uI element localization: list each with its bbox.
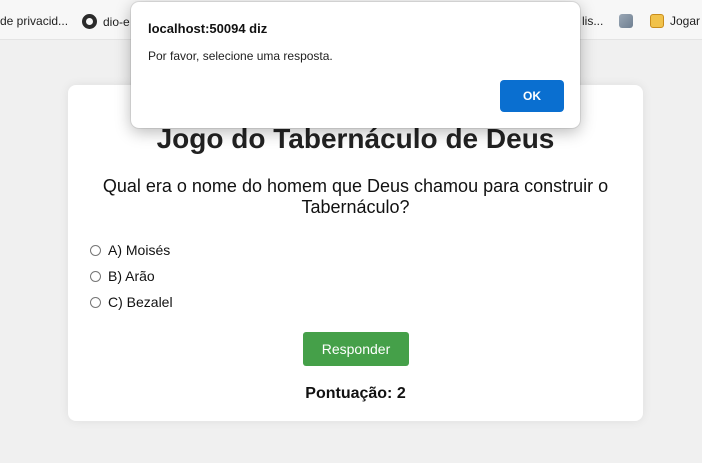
option-a[interactable]: A) Moisés <box>90 237 173 263</box>
alert-dialog: localhost:50094 diz Por favor, selecione… <box>131 2 580 128</box>
bookmark-item-game[interactable]: Jogar <box>650 14 700 28</box>
option-b[interactable]: B) Arão <box>90 263 173 289</box>
dialog-title: localhost:50094 diz <box>148 21 268 36</box>
quiz-card: Jogo do Tabernáculo de Deus Qual era o n… <box>68 85 643 421</box>
option-label: A) Moisés <box>108 242 171 258</box>
github-icon <box>82 14 97 29</box>
bookmark-item-image[interactable] <box>619 14 633 28</box>
bookmark-item-privacy[interactable]: de privacid... <box>0 14 68 28</box>
bookmark-item-dio[interactable]: dio-e <box>82 14 130 29</box>
option-c[interactable]: C) Bezalel <box>90 289 173 315</box>
question-text: Qual era o nome do homem que Deus chamou… <box>102 176 609 217</box>
bookmark-label: lis... <box>582 14 604 28</box>
ok-button[interactable]: OK <box>500 80 564 112</box>
score-text: Pontuação: 2 <box>305 385 406 402</box>
radio-button[interactable] <box>90 244 101 256</box>
answer-options: A) Moisés B) Arão C) Bezalel <box>90 237 173 315</box>
radio-button[interactable] <box>90 296 101 308</box>
bookmark-label: dio-e <box>103 14 130 29</box>
bookmark-label: de privacid... <box>0 14 69 28</box>
game-icon <box>650 14 664 28</box>
bookmark-label: Jogar <box>670 14 701 28</box>
submit-answer-button[interactable]: Responder <box>303 332 409 366</box>
image-icon <box>619 14 633 28</box>
bookmark-item-list[interactable]: lis... <box>582 14 603 28</box>
dialog-message: Por favor, selecione uma resposta. <box>148 49 333 63</box>
option-label: C) Bezalel <box>108 294 173 310</box>
option-label: B) Arão <box>108 268 155 284</box>
radio-button[interactable] <box>90 270 101 282</box>
